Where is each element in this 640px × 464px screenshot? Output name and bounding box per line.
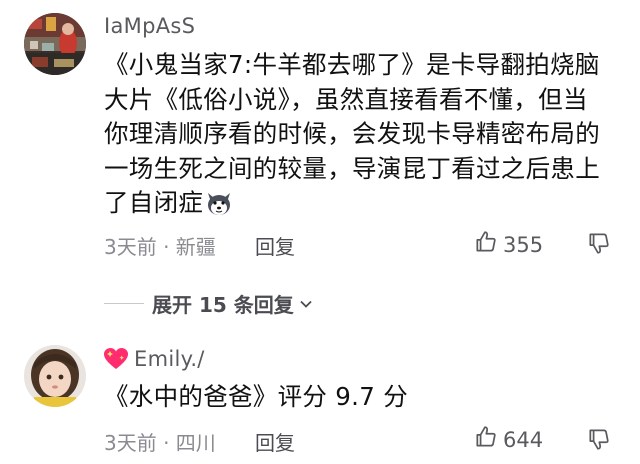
thumbs-down-icon xyxy=(586,233,612,260)
reply-button[interactable]: 回复 xyxy=(255,427,295,456)
comment-meta: 3天前 · 新疆 xyxy=(104,235,216,259)
comment-meta: 3天前 · 四川 xyxy=(104,431,216,455)
avatar-image xyxy=(24,345,86,407)
divider-line xyxy=(104,302,144,305)
dislike-button[interactable] xyxy=(586,426,612,456)
avatar[interactable] xyxy=(24,13,86,75)
like-count: 644 xyxy=(503,427,544,452)
comment-text: 《小鬼当家7:牛羊都去哪了》是卡导翻拍烧脑大片《低俗小说》，虽然直接看看不懂，但… xyxy=(104,48,604,227)
reply-button[interactable]: 回复 xyxy=(255,231,295,260)
like-button[interactable]: 355 xyxy=(473,229,543,260)
like-button[interactable]: 644 xyxy=(473,424,543,455)
comment-text: 《水中的爸爸》评分 9.7 分 xyxy=(104,382,409,411)
thumbs-down-icon xyxy=(586,429,612,456)
avatar-image xyxy=(24,13,86,75)
sparkling-heart-emoji xyxy=(103,347,129,375)
expand-replies-label: 展开 15 条回复 xyxy=(152,293,294,317)
comment-username[interactable]: IaMpAsS xyxy=(104,14,195,38)
husky-dog-emoji xyxy=(205,189,233,227)
expand-replies-button[interactable]: 展开 15 条回复 xyxy=(104,289,314,318)
comment-text-body: 《小鬼当家7:牛羊都去哪了》是卡导翻拍烧脑大片《低俗小说》，虽然直接看看不懂，但… xyxy=(104,50,600,217)
thumbs-up-icon xyxy=(473,424,499,455)
avatar[interactable] xyxy=(24,345,86,407)
thumbs-up-icon xyxy=(473,229,499,260)
like-count: 355 xyxy=(503,232,544,257)
chevron-down-icon xyxy=(298,296,314,312)
dislike-button[interactable] xyxy=(586,230,612,260)
comment-username[interactable]: Emily./ xyxy=(134,347,205,371)
